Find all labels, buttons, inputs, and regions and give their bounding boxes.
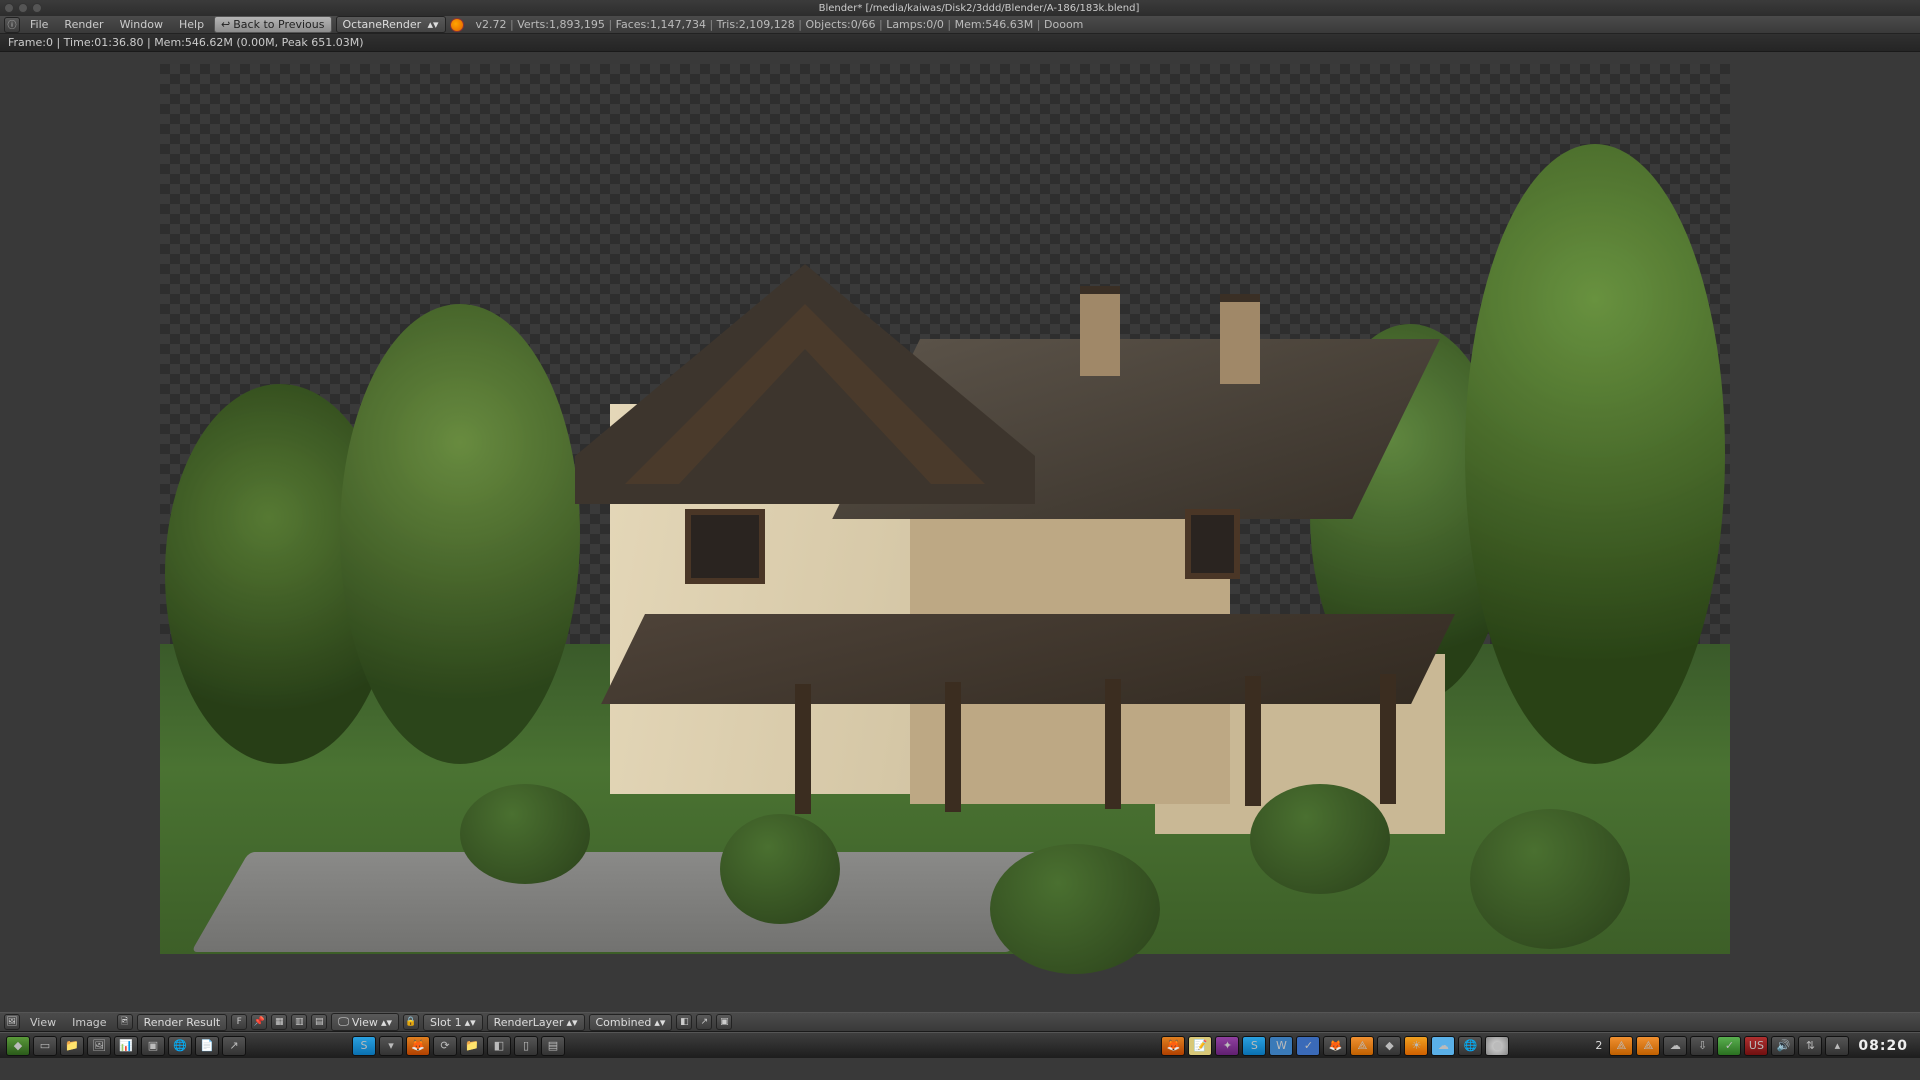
- engine-label: OctaneRender: [343, 18, 422, 31]
- app-gimp-icon[interactable]: 🦊: [1323, 1036, 1347, 1056]
- channel-z-icon[interactable]: ▤: [311, 1014, 327, 1030]
- task-files-icon[interactable]: 📁: [460, 1036, 484, 1056]
- app-blender-icon[interactable]: ⟁: [1350, 1036, 1374, 1056]
- app-writer-icon[interactable]: W: [1269, 1036, 1293, 1056]
- window-controls: [4, 3, 42, 13]
- pass-select[interactable]: Combined ▴▾: [589, 1014, 673, 1031]
- window-titlebar: Blender* [/media/kaiwas/Disk2/3ddd/Blend…: [0, 0, 1920, 16]
- app-skype-icon[interactable]: S: [1242, 1036, 1266, 1056]
- launcher-libreoffice-icon[interactable]: 📄: [195, 1036, 219, 1056]
- app-note-icon[interactable]: 📝: [1188, 1036, 1212, 1056]
- task-calc-icon[interactable]: ▤: [541, 1036, 565, 1056]
- image-editor-header: 🖼 View Image 🖻 Render Result F 📌 ▦ ▥ ▤ 🖵…: [0, 1012, 1920, 1032]
- system-tray: ⟁ ⟁ ☁ ⇩ ✓ US 🔊 ⇅ ▴: [1609, 1036, 1849, 1056]
- back-arrow-icon: ↩: [221, 18, 230, 31]
- launcher-chrome-icon[interactable]: 🌐: [168, 1036, 192, 1056]
- editor-type-icon[interactable]: ⓘ: [4, 17, 20, 33]
- running-apps: 🦊 📝 ✦ S W ✓ 🦊 ⟁ ◆ ☀ ☁ 🌐 ●: [1161, 1036, 1509, 1056]
- launcher-blue-icon[interactable]: ↗: [222, 1036, 246, 1056]
- image-datablock-select[interactable]: Render Result: [137, 1014, 228, 1031]
- app-cloud-icon[interactable]: ☁: [1431, 1036, 1455, 1056]
- task-window-icon[interactable]: ▯: [514, 1036, 538, 1056]
- task-vlc-icon[interactable]: ▾: [379, 1036, 403, 1056]
- menu-view[interactable]: View: [24, 1016, 62, 1029]
- stats-text: v2.72 | Verts:1,893,195 | Faces:1,147,73…: [476, 18, 1084, 31]
- start-menu-button[interactable]: ◆: [6, 1036, 30, 1056]
- fake-user-button[interactable]: F: [231, 1014, 247, 1030]
- slot-select[interactable]: Slot 1 ▴▾: [423, 1014, 483, 1031]
- menu-window[interactable]: Window: [114, 18, 169, 31]
- close-icon[interactable]: [4, 3, 14, 13]
- desktop-taskbar: ◆ ▭ 📁 🖼 📊 ▣ 🌐 📄 ↗ S ▾ 🦊 ⟳ 📁 ◧ ▯ ▤ 🦊 📝 ✦ …: [0, 1032, 1920, 1058]
- blender-logo-icon: [450, 18, 464, 32]
- menu-image[interactable]: Image: [66, 1016, 112, 1029]
- tray-update-icon[interactable]: ✓: [1717, 1036, 1741, 1056]
- launcher-terminal-icon[interactable]: ▣: [141, 1036, 165, 1056]
- back-label: Back to Previous: [233, 18, 324, 31]
- tray-network-icon[interactable]: ⇅: [1798, 1036, 1822, 1056]
- menu-help[interactable]: Help: [173, 18, 210, 31]
- scene-render: [160, 64, 1730, 954]
- tray-arrow-icon[interactable]: ▴: [1825, 1036, 1849, 1056]
- layer-select[interactable]: RenderLayer ▴▾: [487, 1014, 585, 1031]
- tray-volume-icon[interactable]: 🔊: [1771, 1036, 1795, 1056]
- app-globe-icon[interactable]: 🌐: [1458, 1036, 1482, 1056]
- workspace-indicator[interactable]: 2: [1595, 1039, 1602, 1052]
- app-inkscape-icon[interactable]: ◆: [1377, 1036, 1401, 1056]
- menu-render[interactable]: Render: [58, 18, 109, 31]
- minimize-icon[interactable]: [18, 3, 28, 13]
- lock-icon[interactable]: 🔒: [403, 1014, 419, 1030]
- app-octane-icon[interactable]: ☀: [1404, 1036, 1428, 1056]
- scopes-icon[interactable]: ↗: [696, 1014, 712, 1030]
- top-menu-bar: ⓘ File Render Window Help ↩ Back to Prev…: [0, 16, 1920, 34]
- app-check-icon[interactable]: ✓: [1296, 1036, 1320, 1056]
- tray-torrent-icon[interactable]: ⇩: [1690, 1036, 1714, 1056]
- editor-type-image-icon[interactable]: 🖼: [4, 1014, 20, 1030]
- tray-cloud-upload-icon[interactable]: ☁: [1663, 1036, 1687, 1056]
- task-buttons: S ▾ 🦊 ⟳ 📁 ◧ ▯ ▤: [352, 1036, 565, 1056]
- channel-rgb-icon[interactable]: ▦: [271, 1014, 287, 1030]
- uv-icon[interactable]: ▣: [716, 1014, 732, 1030]
- color-management-icon[interactable]: ◧: [676, 1014, 692, 1030]
- mode-view-select[interactable]: 🖵 View ▴▾: [331, 1013, 399, 1031]
- task-firefox-icon[interactable]: 🦊: [406, 1036, 430, 1056]
- app-purple-icon[interactable]: ✦: [1215, 1036, 1239, 1056]
- tray-blender-icon[interactable]: ⟁: [1609, 1036, 1633, 1056]
- taskbar-clock[interactable]: 08:20: [1858, 1038, 1908, 1054]
- app-silver-icon[interactable]: ●: [1485, 1036, 1509, 1056]
- window-title: Blender* [/media/kaiwas/Disk2/3ddd/Blend…: [42, 3, 1916, 14]
- channel-alpha-icon[interactable]: ▥: [291, 1014, 307, 1030]
- pin-icon[interactable]: 📌: [251, 1014, 267, 1030]
- task-app-icon[interactable]: ◧: [487, 1036, 511, 1056]
- render-engine-select[interactable]: OctaneRender ▴▾: [336, 16, 446, 33]
- show-desktop-button[interactable]: ▭: [33, 1036, 57, 1056]
- task-skype-icon[interactable]: S: [352, 1036, 376, 1056]
- menu-file[interactable]: File: [24, 18, 54, 31]
- browse-image-icon[interactable]: 🖻: [117, 1014, 133, 1030]
- launcher-image-icon[interactable]: 🖼: [87, 1036, 111, 1056]
- task-transmission-icon[interactable]: ⟳: [433, 1036, 457, 1056]
- tray-blender2-icon[interactable]: ⟁: [1636, 1036, 1660, 1056]
- maximize-icon[interactable]: [32, 3, 42, 13]
- app-firefox-icon[interactable]: 🦊: [1161, 1036, 1185, 1056]
- back-to-previous-button[interactable]: ↩ Back to Previous: [214, 16, 331, 33]
- render-status-line: Frame:0 | Time:01:36.80 | Mem:546.62M (0…: [0, 34, 1920, 52]
- chevrons-icon: ▴▾: [427, 18, 438, 31]
- rendered-image: [160, 64, 1730, 954]
- launcher-monitor-icon[interactable]: 📊: [114, 1036, 138, 1056]
- render-viewport[interactable]: [0, 52, 1920, 1012]
- tray-keyboard-icon[interactable]: US: [1744, 1036, 1768, 1056]
- launcher-files-icon[interactable]: 📁: [60, 1036, 84, 1056]
